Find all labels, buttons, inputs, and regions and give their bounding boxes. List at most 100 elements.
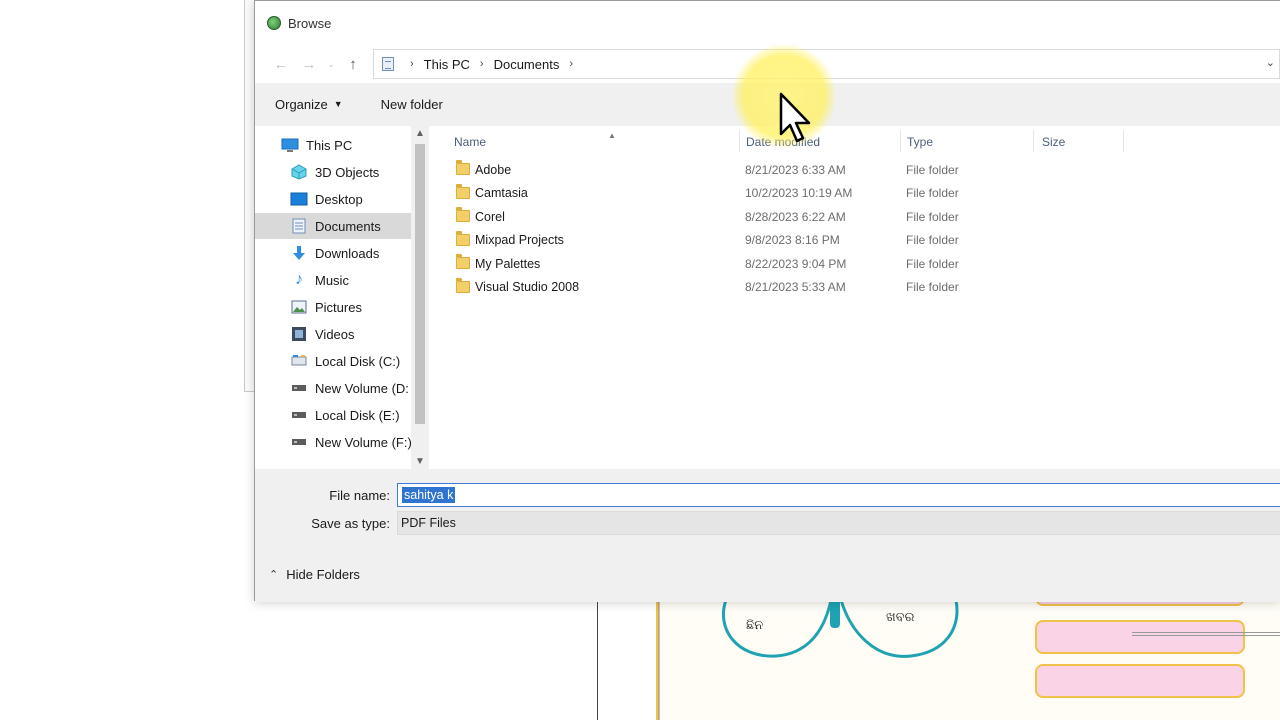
- new-folder-button[interactable]: New folder: [381, 97, 443, 112]
- sidebar-item-new-volume-f[interactable]: New Volume (F:): [255, 429, 411, 455]
- sidebar-item-local-disk-e[interactable]: Local Disk (E:): [255, 402, 411, 428]
- breadcrumb-documents[interactable]: Documents: [494, 57, 560, 72]
- sidebar-item-this-pc[interactable]: This PC: [255, 132, 411, 158]
- drive-icon: [290, 353, 308, 369]
- hide-folders-label: Hide Folders: [286, 567, 360, 582]
- butterfly-drawing: [721, 598, 959, 658]
- location-icon: [382, 57, 394, 71]
- sidebar-item-label: Local Disk (E:): [315, 407, 400, 423]
- column-header-name[interactable]: Name ▲: [454, 130, 616, 154]
- recent-locations-chevron-icon[interactable]: ⌄: [323, 50, 339, 78]
- desktop-icon: [290, 191, 308, 207]
- hide-folders-button[interactable]: ⌃ Hide Folders: [269, 567, 360, 582]
- file-name: Mixpad Projects: [475, 233, 564, 247]
- file-date: 9/8/2023 8:16 PM: [745, 233, 840, 247]
- save-as-type-select[interactable]: PDF Files: [397, 511, 1280, 535]
- save-form: File name: sahitya k Save as type: PDF F…: [255, 469, 1280, 602]
- sidebar-item-desktop[interactable]: Desktop: [255, 186, 411, 212]
- drive-icon: [290, 434, 308, 450]
- sidebar-item-local-disk-c[interactable]: Local Disk (C:): [255, 348, 411, 374]
- column-divider[interactable]: [1123, 130, 1124, 152]
- file-row-mixpad-projects[interactable]: Mixpad Projects 9/8/2023 8:16 PM File fo…: [453, 229, 1273, 252]
- folder-icon: [456, 230, 470, 246]
- file-row-my-palettes[interactable]: My Palettes 8/22/2023 9:04 PM File folde…: [453, 252, 1273, 275]
- column-name-label: Name: [454, 135, 487, 149]
- sort-ascending-icon: ▲: [608, 131, 616, 140]
- film-icon: [290, 326, 308, 342]
- column-divider[interactable]: [1033, 130, 1034, 152]
- sidebar-item-downloads[interactable]: Downloads: [255, 240, 411, 266]
- file-type: File folder: [906, 162, 959, 177]
- sidebar-item-label: Local Disk (C:): [315, 353, 401, 369]
- file-date: 8/21/2023 6:33 AM: [745, 162, 846, 177]
- breadcrumb-this-pc[interactable]: This PC: [424, 57, 470, 72]
- file-type: File folder: [906, 233, 959, 247]
- navigation-pane: This PC 3D Objects Desktop Documents Dow…: [255, 126, 429, 470]
- butterfly-label-right: ଖବର: [886, 610, 915, 625]
- forward-arrow-icon[interactable]: →: [295, 50, 323, 78]
- file-name-input[interactable]: sahitya k: [397, 483, 1280, 507]
- folder-icon: [456, 254, 470, 269]
- scroll-down-icon[interactable]: ▼: [414, 456, 426, 467]
- butterfly-label-left: ଛିନ: [746, 618, 764, 633]
- file-type: File folder: [906, 209, 959, 224]
- sidebar-item-new-volume-d[interactable]: New Volume (D:: [255, 375, 411, 401]
- chevron-up-icon: ⌃: [269, 569, 279, 581]
- back-arrow-icon[interactable]: ←: [267, 50, 295, 78]
- scroll-up-icon[interactable]: ▲: [414, 128, 426, 139]
- breadcrumb-chevron-icon[interactable]: ›: [569, 58, 573, 70]
- dialog-title: Browse: [288, 15, 332, 31]
- sidebar-item-label: New Volume (F:): [315, 434, 411, 450]
- save-as-type-value: PDF Files: [401, 516, 456, 530]
- sidebar-item-label: Desktop: [315, 191, 363, 207]
- breadcrumb-chevron-icon[interactable]: ›: [410, 58, 414, 70]
- file-row-adobe[interactable]: Adobe 8/21/2023 6:33 AM File folder: [453, 158, 1273, 181]
- column-divider[interactable]: [900, 130, 901, 152]
- sidebar-item-documents[interactable]: Documents: [255, 213, 411, 239]
- column-header-size[interactable]: Size: [1042, 130, 1065, 154]
- sidebar-item-music[interactable]: ♪ Music: [255, 267, 411, 293]
- sidebar-item-label: This PC: [306, 137, 353, 153]
- organize-button[interactable]: Organize ▼: [275, 97, 343, 112]
- mouse-pointer-icon: [779, 92, 811, 143]
- sidebar-item-3d-objects[interactable]: 3D Objects: [255, 159, 411, 185]
- page-margin-line: [658, 598, 659, 720]
- file-row-camtasia[interactable]: Camtasia 10/2/2023 10:19 AM File folder: [453, 182, 1273, 205]
- file-type: File folder: [906, 280, 959, 294]
- address-dropdown-icon[interactable]: ⌄: [1266, 56, 1275, 69]
- sidebar-item-label: New Volume (D:: [315, 380, 409, 396]
- app-icon: [267, 16, 281, 30]
- file-date: 8/28/2023 6:22 AM: [745, 209, 846, 224]
- download-arrow-icon: [290, 245, 308, 261]
- navigation-scrollbar[interactable]: ▲ ▼: [411, 126, 429, 470]
- up-arrow-icon[interactable]: ↑: [339, 50, 367, 78]
- title-bar[interactable]: Browse: [255, 1, 1280, 45]
- column-divider[interactable]: [739, 130, 740, 152]
- sidebar-item-label: Downloads: [315, 245, 380, 261]
- file-row-corel[interactable]: Corel 8/28/2023 6:22 AM File folder: [453, 205, 1273, 228]
- pink-box: [1035, 620, 1245, 654]
- sidebar-item-videos[interactable]: Videos: [255, 321, 411, 347]
- file-type: File folder: [906, 186, 959, 200]
- breadcrumb-chevron-icon[interactable]: ›: [480, 58, 484, 70]
- column-header-type[interactable]: Type: [907, 130, 933, 154]
- drive-icon: [290, 407, 308, 423]
- file-row-visual-studio-2008[interactable]: Visual Studio 2008 8/21/2023 5:33 AM Fil…: [453, 276, 1273, 299]
- background-rule: [1132, 632, 1280, 636]
- sidebar-item-label: Music: [315, 272, 349, 288]
- scrollbar-thumb[interactable]: [415, 144, 425, 424]
- pink-box: [1035, 664, 1245, 698]
- organize-label: Organize: [275, 96, 328, 112]
- drive-icon: [290, 380, 308, 396]
- folder-icon: [456, 160, 470, 175]
- file-name-value: sahitya k: [402, 487, 456, 503]
- sidebar-item-label: Videos: [315, 326, 355, 342]
- sidebar-item-label: Documents: [315, 218, 381, 234]
- file-name: Corel: [475, 209, 505, 224]
- save-as-type-label: Save as type:: [311, 516, 390, 531]
- caret-down-icon: ▼: [333, 99, 343, 109]
- sidebar-item-pictures[interactable]: Pictures: [255, 294, 411, 320]
- pictures-icon: [290, 299, 308, 315]
- file-type: File folder: [906, 256, 959, 271]
- file-date: 10/2/2023 10:19 AM: [745, 186, 853, 200]
